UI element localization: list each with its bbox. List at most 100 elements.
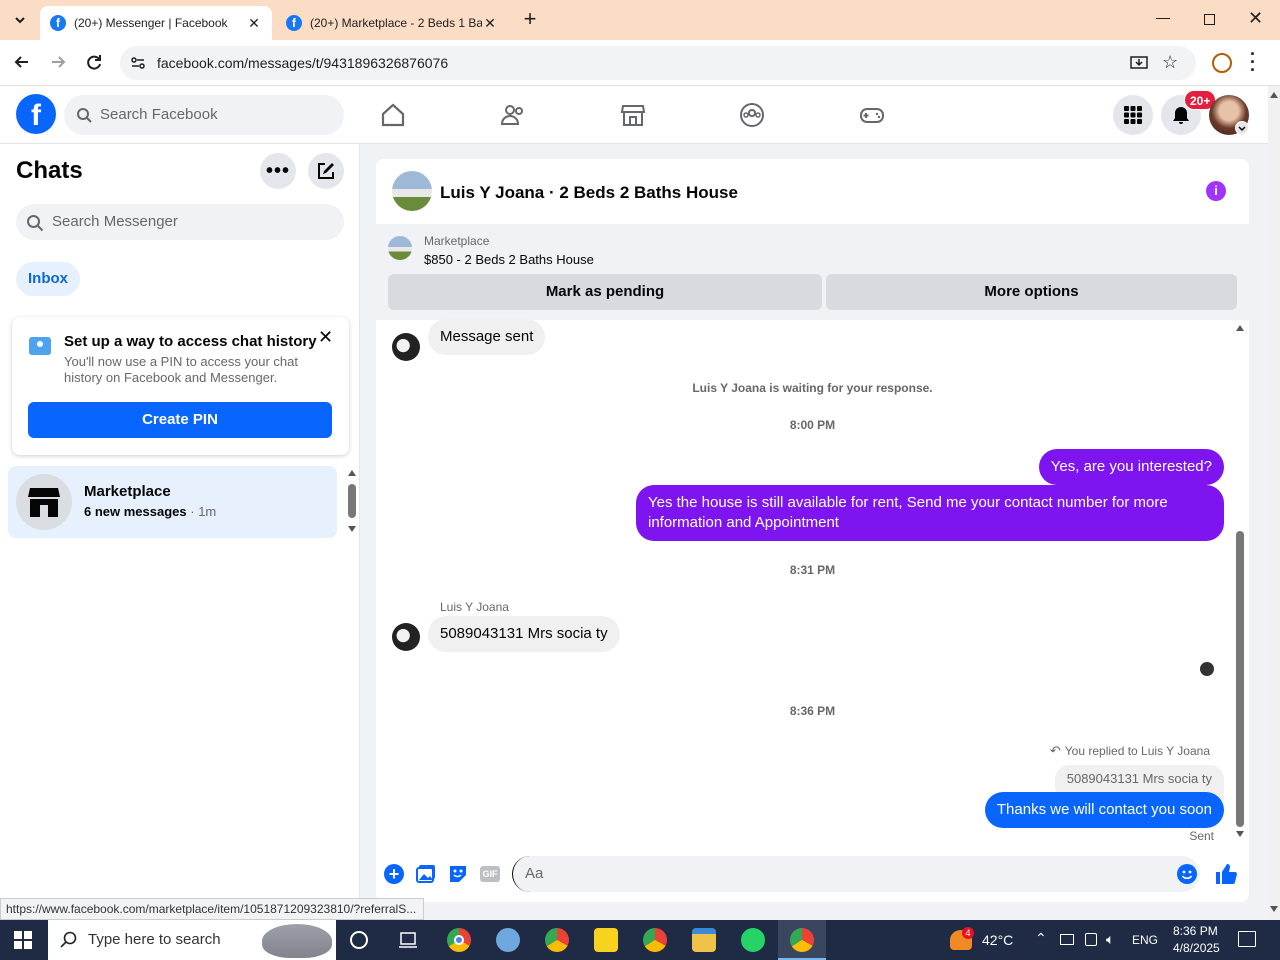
nav-groups-icon[interactable]	[739, 102, 765, 128]
install-app-icon[interactable]	[1130, 54, 1148, 72]
notification-center-icon[interactable]	[1238, 931, 1256, 947]
task-view-icon[interactable]	[398, 931, 418, 949]
chrome-profile-icon[interactable]	[643, 928, 667, 952]
attach-photo-icon[interactable]	[416, 864, 436, 884]
nav-marketplace-icon[interactable]	[620, 102, 646, 128]
nav-home-icon[interactable]	[380, 102, 406, 128]
start-windows-icon[interactable]	[14, 931, 32, 949]
sent-status: Sent	[1189, 829, 1214, 843]
compose-icon	[318, 163, 334, 179]
forward-icon[interactable]	[48, 52, 68, 72]
account-menu-chevron-icon[interactable]	[1235, 121, 1249, 135]
search-highlight-hippo-image	[262, 924, 332, 958]
temperature[interactable]: 42°C	[982, 932, 1013, 948]
tab-title: (20+) Marketplace - 2 Beds 1 Ba	[310, 16, 482, 30]
chat-history-icon	[29, 337, 51, 355]
timestamp: 8:36 PM	[789, 704, 836, 718]
site-info-icon[interactable]	[130, 55, 146, 71]
clock-time[interactable]: 8:36 PM	[1173, 924, 1218, 938]
message-bubble-incoming[interactable]: Message sent	[428, 319, 546, 355]
clock-date[interactable]: 4/8/2025	[1173, 941, 1220, 955]
cortana-icon[interactable]	[350, 931, 368, 949]
volume-icon[interactable]: 🔈︎	[1106, 931, 1114, 948]
bookmark-star-icon[interactable]: ☆	[1162, 52, 1178, 73]
language-indicator[interactable]: ENG	[1132, 933, 1158, 947]
contact-avatar[interactable]	[392, 333, 420, 361]
browser-menu-icon[interactable]: · · ·	[1250, 45, 1256, 79]
sticky-notes-icon[interactable]	[594, 928, 618, 952]
chats-sidebar: Chats ••• Search Messenger Inbox Set up …	[0, 144, 360, 906]
messenger-search-input[interactable]: Search Messenger	[16, 204, 344, 240]
conversation-item-marketplace[interactable]: Marketplace 6 new messages · 1m	[8, 466, 337, 538]
thumbs-up-icon[interactable]	[1214, 862, 1238, 886]
reply-label: You replied to Luis Y Joana	[1064, 744, 1210, 758]
chat-scrollbar[interactable]	[1234, 325, 1246, 841]
nav-friends-icon[interactable]	[500, 102, 526, 128]
chat-pane: Luis Y Joana · 2 Beds 2 Baths House i Ma…	[376, 159, 1249, 902]
more-options-button[interactable]: More options	[826, 274, 1237, 310]
chrome-icon[interactable]	[447, 928, 471, 952]
close-tab-icon[interactable]: ✕	[246, 15, 262, 32]
nav-gaming-icon[interactable]	[859, 102, 885, 128]
facebook-favicon-icon: f	[50, 15, 66, 31]
facebook-logo[interactable]: f	[16, 94, 56, 134]
tab-marketplace[interactable]: f (20+) Marketplace - 2 Beds 1 Ba ✕	[276, 6, 508, 40]
contact-avatar[interactable]	[392, 623, 420, 651]
file-explorer-icon[interactable]	[692, 928, 716, 952]
tab-search-button[interactable]	[6, 8, 34, 32]
windows-taskbar: Type here to search 4 42°C ⌃ 🔈︎ ENG 8:36…	[0, 920, 1280, 960]
address-bar[interactable]: facebook.com/messages/t/9431896326876076…	[120, 46, 1196, 80]
new-tab-button[interactable]: +	[518, 8, 542, 32]
chat-header-avatar[interactable]	[392, 171, 432, 211]
snipping-tool-icon[interactable]	[496, 928, 520, 952]
chrome-profile-icon[interactable]	[545, 928, 569, 952]
search-icon	[76, 107, 92, 123]
message-input[interactable]: Aa	[512, 856, 1200, 892]
timestamp: 8:00 PM	[789, 418, 836, 432]
profile-icon[interactable]	[1212, 53, 1232, 73]
store-icon	[28, 488, 60, 517]
message-bubble-outgoing[interactable]: Yes the house is still available for ren…	[636, 485, 1224, 541]
close-window-icon[interactable]: ✕	[1248, 8, 1263, 29]
minimize-window-icon[interactable]	[1156, 18, 1170, 19]
create-pin-button[interactable]: Create PIN	[28, 402, 332, 438]
message-bubble-outgoing[interactable]: Yes, are you interested?	[1038, 449, 1224, 485]
chat-title[interactable]: Luis Y Joana · 2 Beds 2 Baths House	[440, 183, 738, 203]
listing-title[interactable]: $850 - 2 Beds 2 Baths House	[424, 252, 594, 267]
display-icon[interactable]	[1085, 933, 1097, 946]
sender-name: Luis Y Joana	[440, 600, 509, 614]
facebook-search-input[interactable]: Search Facebook	[64, 95, 344, 135]
more-actions-icon[interactable]: +	[384, 864, 404, 884]
close-tab-icon[interactable]: ✕	[482, 15, 498, 32]
sidebar-scrollbar[interactable]	[346, 470, 358, 534]
mark-as-pending-button[interactable]: Mark as pending	[388, 274, 822, 310]
reload-icon[interactable]	[84, 52, 104, 72]
emoji-icon[interactable]	[1177, 864, 1197, 884]
reply-indicator: ↶ You replied to Luis Y Joana	[1050, 743, 1210, 759]
close-icon[interactable]: ✕	[318, 327, 333, 348]
whatsapp-icon[interactable]	[741, 928, 765, 952]
message-bubble-outgoing[interactable]: Thanks we will contact you soon	[984, 792, 1224, 828]
timestamp: 8:31 PM	[789, 563, 836, 577]
new-message-button[interactable]	[308, 153, 344, 189]
facebook-header: f Search Facebook 20+	[0, 86, 1268, 144]
listing-thumbnail[interactable]	[388, 236, 412, 260]
inbox-tab[interactable]: Inbox	[16, 262, 80, 296]
network-icon[interactable]	[1060, 934, 1074, 945]
message-bubble-incoming[interactable]: 5089043131 Mrs socia ty	[428, 616, 620, 652]
tab-messenger[interactable]: f (20+) Messenger | Facebook ✕	[40, 6, 272, 40]
marketplace-listing-bar: Marketplace $850 - 2 Beds 2 Baths House …	[376, 224, 1249, 320]
search-icon	[60, 931, 78, 949]
info-icon[interactable]: i	[1206, 181, 1226, 201]
show-hidden-icons-icon[interactable]: ⌃	[1035, 930, 1047, 947]
gif-button[interactable]: GIF	[480, 866, 500, 882]
menu-grid-button[interactable]	[1113, 95, 1153, 135]
page-scrollbar[interactable]	[1268, 86, 1280, 920]
conversation-time: · 1m	[190, 504, 217, 519]
browser-toolbar: facebook.com/messages/t/9431896326876076…	[0, 40, 1280, 86]
restore-window-icon[interactable]	[1204, 14, 1215, 25]
chrome-profile-icon[interactable]	[790, 928, 814, 952]
chat-options-button[interactable]: •••	[260, 153, 296, 189]
sticker-icon[interactable]	[448, 864, 468, 884]
back-icon[interactable]	[12, 52, 32, 72]
